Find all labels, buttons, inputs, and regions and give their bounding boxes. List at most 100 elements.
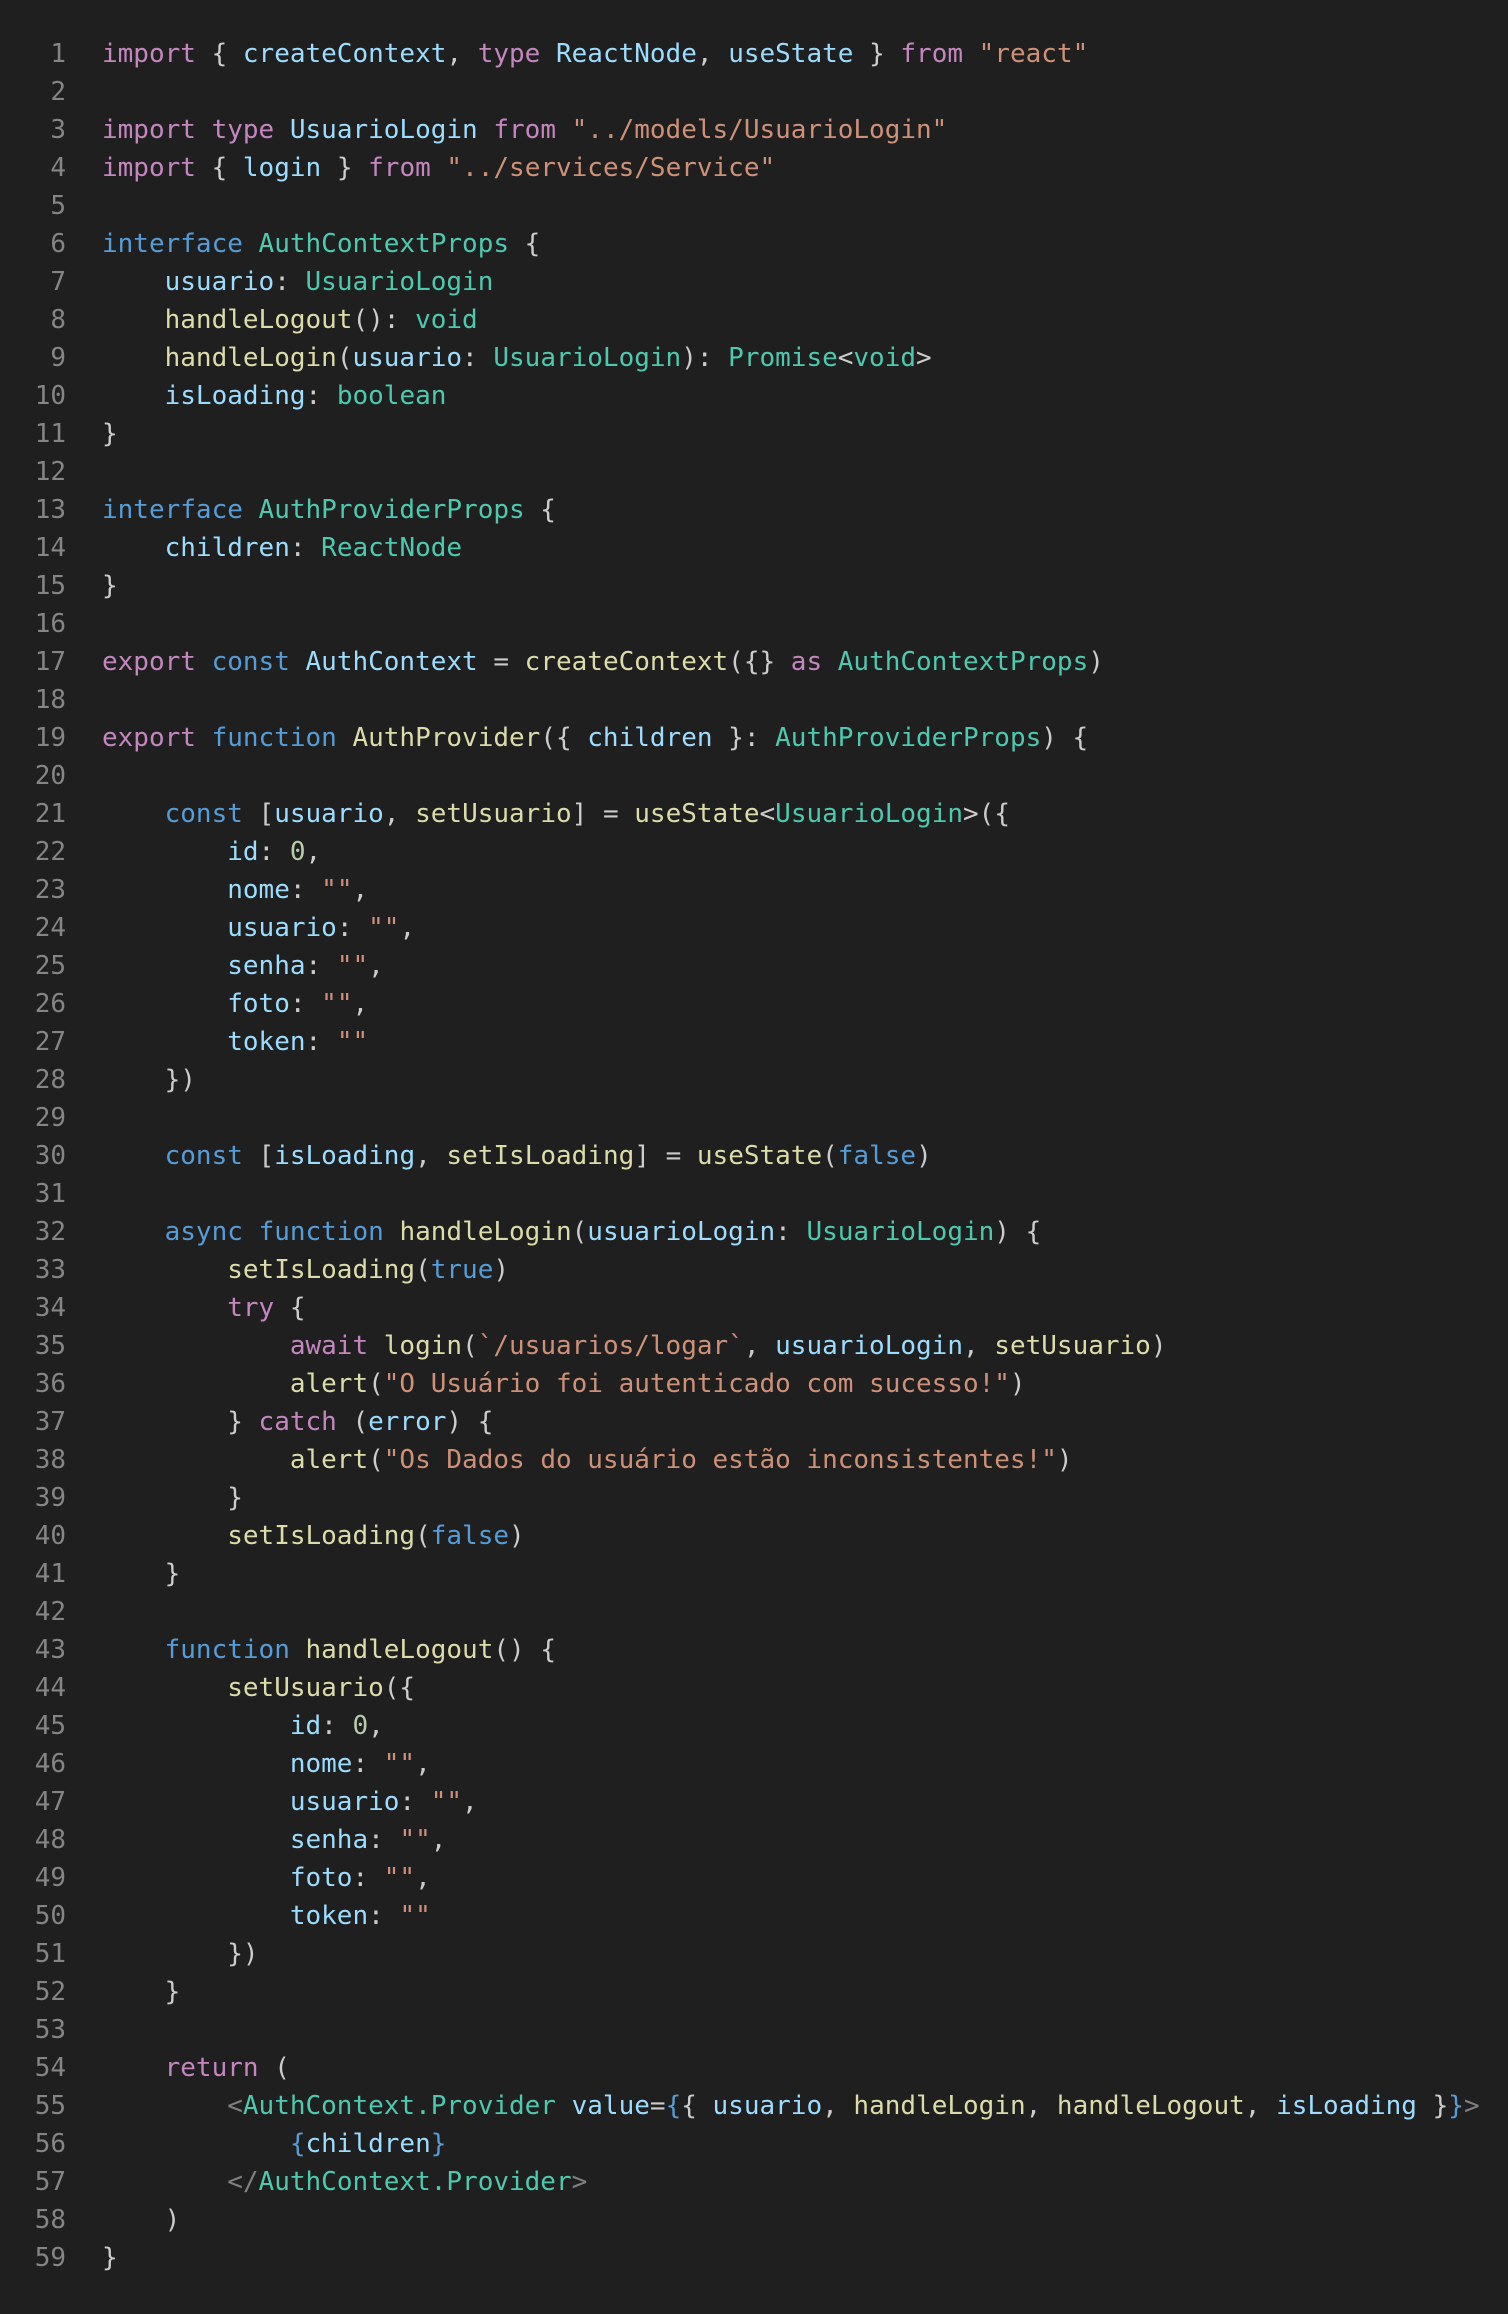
code-line[interactable]: 29 [0, 1099, 1508, 1137]
code-line[interactable]: 7 usuario: UsuarioLogin [0, 263, 1508, 301]
code-line[interactable]: 13 interface AuthProviderProps { [0, 491, 1508, 529]
code-token: > [916, 343, 932, 373]
code-token: : [289, 875, 322, 905]
code-line[interactable]: 35 await login(`/usuarios/logar`, usuari… [0, 1327, 1508, 1365]
code-line[interactable]: 3 import type UsuarioLogin from "../model… [0, 111, 1508, 149]
code-line[interactable]: 51 }) [0, 1935, 1508, 1973]
code-line[interactable]: 49 foto: "", [0, 1859, 1508, 1897]
line-content: usuario: "", [102, 1783, 478, 1821]
code-line[interactable]: 25 senha: "", [0, 947, 1508, 985]
code-token: AuthContextProps [837, 647, 1089, 677]
code-token: }: [712, 723, 776, 753]
line-content: try { [102, 1289, 305, 1327]
line-content: function handleLogout() { [102, 1631, 556, 1669]
code-line[interactable]: 50 token: "" [0, 1897, 1508, 1935]
code-line[interactable]: 11} [0, 415, 1508, 453]
code-line[interactable]: 22 id: 0, [0, 833, 1508, 871]
code-lines: 1 import { createContext, type ReactNode,… [0, 35, 1508, 2277]
code-line[interactable]: 41 } [0, 1555, 1508, 1593]
code-line[interactable]: 53 [0, 2011, 1508, 2049]
code-token: void [853, 343, 917, 373]
code-token: , [1244, 2091, 1277, 2121]
code-line[interactable]: 26 foto: "", [0, 985, 1508, 1023]
code-line[interactable]: 44 setUsuario({ [0, 1669, 1508, 1707]
code-token: : [258, 837, 290, 867]
line-content: id: 0, [102, 1707, 384, 1745]
code-token: = [649, 2091, 666, 2121]
code-line[interactable]: 30 const [isLoading, setIsLoading] = use… [0, 1137, 1508, 1175]
code-line[interactable]: 32 async function handleLogin(usuarioLog… [0, 1213, 1508, 1251]
code-token: ( [368, 1369, 384, 1399]
code-line[interactable]: 23 nome: "", [0, 871, 1508, 909]
line-content: nome: "", [102, 1745, 431, 1783]
code-line[interactable]: 18 [0, 681, 1508, 719]
code-line[interactable]: 5 [0, 187, 1508, 225]
code-line[interactable]: 58 ) [0, 2201, 1508, 2239]
code-line[interactable]: 28 }) [0, 1061, 1508, 1099]
code-token: type [477, 39, 541, 69]
code-line[interactable]: 38 alert("Os Dados do usuário estão inco… [0, 1441, 1508, 1479]
line-content: token: "" [102, 1897, 431, 1935]
code-token: ReactNode [555, 39, 697, 69]
code-line[interactable]: 46 nome: "", [0, 1745, 1508, 1783]
line-content: handleLogin(usuario: UsuarioLogin): Prom… [102, 339, 932, 377]
code-token: createContext [524, 647, 729, 677]
code-line[interactable]: 21 const [usuario, setUsuario] = useStat… [0, 795, 1508, 833]
code-token: ) [509, 1521, 525, 1551]
code-line[interactable]: 8 handleLogout(): void [0, 301, 1508, 339]
code-line[interactable]: 37 } catch (error) { [0, 1403, 1508, 1441]
code-line[interactable]: 20 [0, 757, 1508, 795]
code-line[interactable]: 17 export const AuthContext = createConte… [0, 643, 1508, 681]
code-line[interactable]: 34 try { [0, 1289, 1508, 1327]
line-content: } [102, 1973, 181, 2011]
code-token: setIsLoading [446, 1141, 635, 1171]
code-token: import [102, 39, 196, 69]
code-line[interactable]: 4 import { login } from "../services/Serv… [0, 149, 1508, 187]
code-line[interactable]: 15} [0, 567, 1508, 605]
code-line[interactable]: 42 [0, 1593, 1508, 1631]
code-line[interactable]: 39 } [0, 1479, 1508, 1517]
code-line[interactable]: 52 } [0, 1973, 1508, 2011]
code-editor[interactable]: 1 import { createContext, type ReactNode,… [0, 0, 1508, 2314]
code-line[interactable]: 2 [0, 73, 1508, 111]
code-line[interactable]: 55 <AuthContext.Provider value={{ usuari… [0, 2087, 1508, 2125]
code-line[interactable]: 47 usuario: "", [0, 1783, 1508, 1821]
code-line[interactable]: 27 token: "" [0, 1023, 1508, 1061]
code-token: < [837, 343, 854, 373]
code-line[interactable]: 31 [0, 1175, 1508, 1213]
code-token: AuthProviderProps [775, 723, 1042, 753]
code-line[interactable]: 57 </AuthContext.Provider> [0, 2163, 1508, 2201]
code-token: from [368, 153, 431, 183]
code-line[interactable]: 43 function handleLogout() { [0, 1631, 1508, 1669]
code-line[interactable]: 56 {children} [0, 2125, 1508, 2163]
code-token: useState [728, 39, 854, 69]
code-line[interactable]: 36 alert("O Usuário foi autenticado com … [0, 1365, 1508, 1403]
code-line[interactable]: 59} [0, 2239, 1508, 2277]
code-token: : [321, 1711, 353, 1741]
code-line[interactable]: 48 senha: "", [0, 1821, 1508, 1859]
code-line[interactable]: 54 return ( [0, 2049, 1508, 2087]
code-line[interactable]: 45 id: 0, [0, 1707, 1508, 1745]
code-line[interactable]: 1 import { createContext, type ReactNode,… [0, 35, 1508, 73]
code-line[interactable]: 19 export function AuthProvider({ childre… [0, 719, 1508, 757]
code-line[interactable]: 10 isLoading: boolean [0, 377, 1508, 415]
line-content: const [usuario, setUsuario] = useState<U… [102, 795, 1010, 833]
code-line[interactable]: 33 setIsLoading(true) [0, 1251, 1508, 1289]
code-line[interactable]: 6 interface AuthContextProps { [0, 225, 1508, 263]
code-line[interactable]: 12 [0, 453, 1508, 491]
code-line[interactable]: 40 setIsLoading(false) [0, 1517, 1508, 1555]
code-token: function [258, 1217, 384, 1247]
code-line[interactable]: 16 [0, 605, 1508, 643]
line-number: 14 [34, 533, 66, 563]
line-content: } [102, 1479, 243, 1517]
code-line[interactable]: 14 children: ReactNode [0, 529, 1508, 567]
code-token: { [509, 229, 541, 259]
code-token: ( [415, 1255, 431, 1285]
code-line[interactable]: 24 usuario: "", [0, 909, 1508, 947]
code-line[interactable]: 9 handleLogin(usuario: UsuarioLogin): Pr… [0, 339, 1508, 377]
